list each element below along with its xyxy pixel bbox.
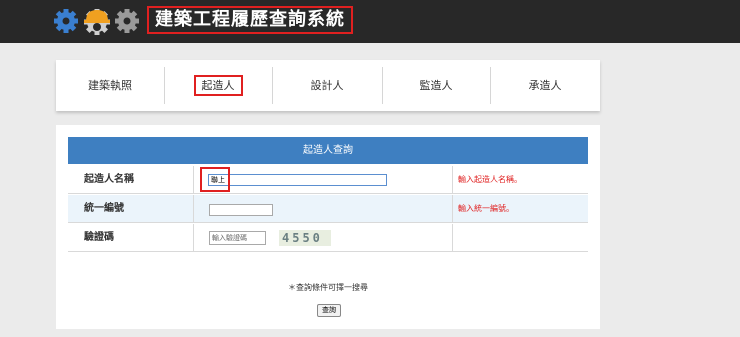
tab-contractor[interactable]: 承造人 [490, 60, 600, 111]
panel-title: 起造人查詢 [68, 137, 588, 164]
column-divider [193, 195, 194, 223]
owner-name-input[interactable] [208, 174, 387, 186]
site-title: 建築工程履歷查詢系統 [147, 6, 353, 34]
captcha-input[interactable] [209, 231, 266, 245]
query-panel: 起造人查詢 起造人名稱 輸入起造人名稱。 統一編號 輸入統一編號。 驗證碼 45… [56, 125, 600, 329]
site-logo [54, 9, 139, 35]
tax-id-input[interactable] [209, 204, 273, 216]
top-header-bar: 建築工程履歷查詢系統 [0, 0, 740, 43]
input-highlight-box [200, 167, 230, 192]
tab-label: 建築執照 [88, 79, 132, 92]
tab-label: 起造人 [193, 75, 243, 96]
tab-label: 監造人 [419, 79, 453, 92]
column-divider [452, 224, 453, 252]
column-divider [193, 166, 194, 194]
tax-id-hint: 輸入統一編號。 [458, 204, 514, 213]
gear-icon [115, 9, 139, 33]
tab-building-permit[interactable]: 建築執照 [56, 60, 164, 111]
tax-id-label: 統一編號 [84, 203, 124, 214]
tab-label: 承造人 [528, 79, 562, 92]
tab-supervisor[interactable]: 監造人 [382, 60, 490, 111]
gear-icon [54, 9, 78, 33]
tab-owner[interactable]: 起造人 [164, 60, 272, 111]
hardhat-gear-icon [84, 9, 110, 35]
tab-bar: 建築執照 起造人 設計人 監造人 承造人 [56, 60, 600, 111]
owner-name-label: 起造人名稱 [84, 174, 134, 185]
form-row-owner-name: 起造人名稱 輸入起造人名稱。 [68, 166, 588, 194]
column-divider [452, 195, 453, 223]
column-divider [193, 224, 194, 252]
column-divider [452, 166, 453, 194]
tab-designer[interactable]: 設計人 [272, 60, 382, 111]
form-row-tax-id: 統一編號 輸入統一編號。 [68, 195, 588, 223]
captcha-label: 驗證碼 [84, 232, 114, 243]
owner-name-hint: 輸入起造人名稱。 [458, 175, 522, 184]
search-note: ＊查詢條件可擇一搜尋 [288, 283, 368, 292]
captcha-image: 4550 [279, 230, 331, 246]
form-row-captcha: 驗證碼 4550 [68, 224, 588, 252]
query-button[interactable]: 查詢 [317, 304, 341, 317]
tab-label: 設計人 [310, 79, 344, 92]
captcha-code: 4550 [282, 231, 323, 245]
